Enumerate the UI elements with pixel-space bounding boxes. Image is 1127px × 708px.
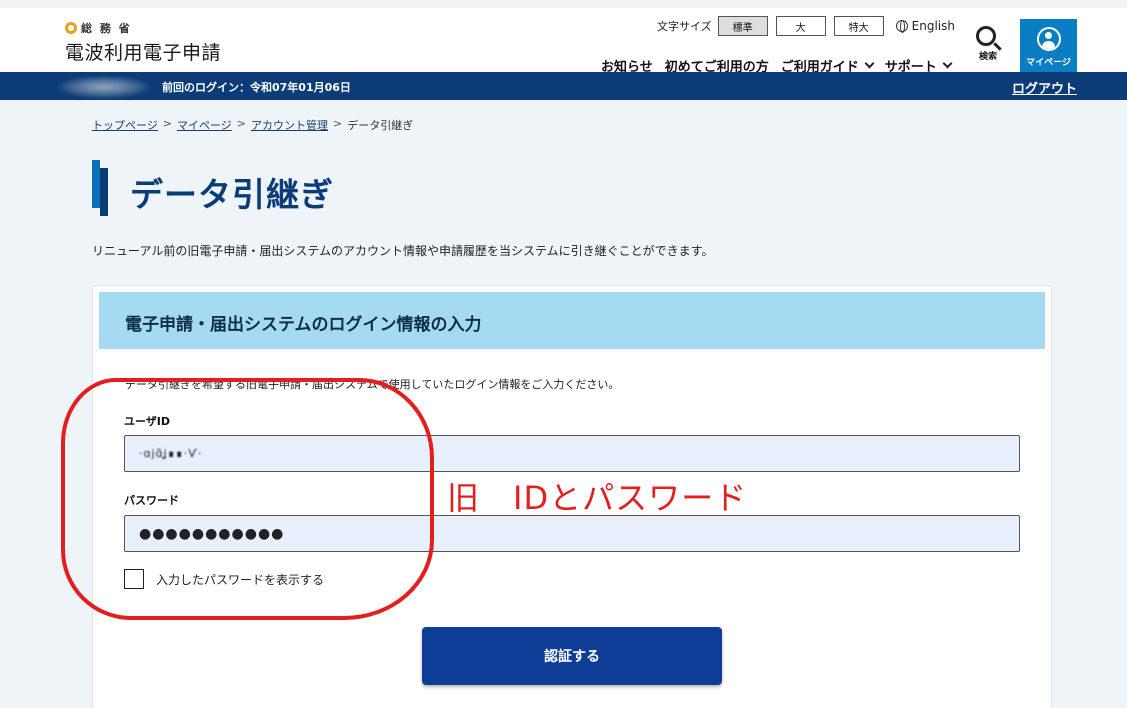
mypage-button[interactable]: マイページ [1020,19,1077,77]
chevron-down-icon [864,58,875,69]
ministry-label: 総 務 省 [81,22,132,35]
breadcrumb: トップページ > マイページ > アカウント管理 > データ引継ぎ [92,117,413,133]
breadcrumb-separator: > [162,117,172,130]
font-size-extra-large-button[interactable]: 特大 [833,16,884,36]
breadcrumb-separator: > [236,117,246,130]
globe-icon [895,20,908,33]
user-icon [1036,27,1061,51]
breadcrumb-current: データ引継ぎ [347,119,414,132]
font-size-label: 文字サイズ [657,20,712,33]
card-header: 電子申請・届出システムのログイン情報の入力 [99,292,1045,349]
accent-stripe [92,160,100,208]
breadcrumb-mypage[interactable]: マイページ [177,117,232,133]
accent-stripe [100,168,108,216]
card-title: 電子申請・届出システムのログイン情報の入力 [125,315,482,335]
chevron-down-icon [942,58,953,69]
search-button[interactable]: 検索 [968,26,1008,62]
font-size-standard-button[interactable]: 標準 [717,16,768,36]
title-accent-bar [92,160,108,216]
redacted-user-name [58,76,150,98]
login-info-bar: 前回のログイン：令和07年01月06日 ログアウト [0,72,1127,100]
search-label: 検索 [978,52,997,62]
ministry-name: 総 務 省 [65,20,221,36]
mypage-label: マイページ [1026,58,1071,68]
annotation-text: 旧 IDとパスワード [447,479,748,517]
font-size-large-button[interactable]: 大 [775,16,826,36]
page-description: リニューアル前の旧電子申請・届出システムのアカウント情報や申請履歴を当システムに… [92,244,714,258]
ministry-logo-icon [65,22,77,34]
last-login-text: 前回のログイン：令和07年01月06日 [162,81,351,94]
breadcrumb-separator: > [333,117,343,130]
language-label: English [911,19,956,33]
logout-link[interactable]: ログアウト [1012,78,1077,97]
language-link[interactable]: English [895,19,956,33]
site-header: 総 務 省 電波利用電子申請 文字サイズ 標準 大 特大 English お知ら… [0,0,1127,77]
site-name: 電波利用電子申請 [65,42,222,64]
page-title: データ引継ぎ [130,175,334,214]
annotation-circle [61,378,434,620]
font-size-selector: 文字サイズ 標準 大 特大 English [657,16,955,36]
breadcrumb-account[interactable]: アカウント管理 [251,117,328,133]
site-logo[interactable]: 総 務 省 電波利用電子申請 [65,20,221,65]
search-icon [976,26,996,46]
breadcrumb-top[interactable]: トップページ [92,117,158,133]
authenticate-button[interactable]: 認証する [422,627,722,685]
